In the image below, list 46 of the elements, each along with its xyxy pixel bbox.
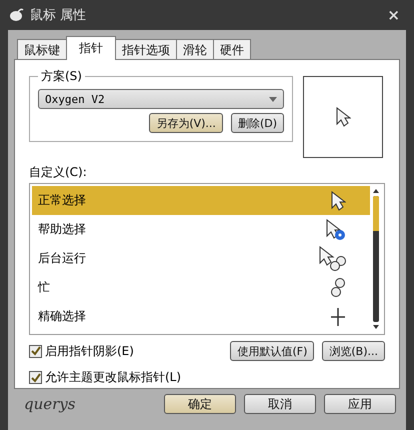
cursor-name: 精确选择 (38, 308, 86, 325)
window-title: 鼠标 属性 (30, 7, 86, 24)
help-cursor-icon (326, 218, 346, 240)
use-default-button[interactable]: 使用默认值(F) (230, 341, 314, 361)
scheme-label: 方案(S) (40, 68, 83, 85)
arrow-cursor-icon (336, 107, 350, 127)
checkbox[interactable] (29, 371, 42, 384)
tab[interactable]: 滑轮 (176, 39, 214, 59)
checkmark-icon (30, 346, 40, 356)
cursor-name: 帮助选择 (38, 221, 86, 238)
checkbox-label: 启用指针阴影(E) (45, 342, 134, 360)
dialog-button[interactable]: 确定 (164, 394, 236, 414)
cursor-list-item[interactable]: 帮助选择 (32, 215, 370, 244)
close-button[interactable]: × (383, 6, 404, 24)
browse-button[interactable]: 浏览(B)... (322, 341, 385, 361)
cursor-name: 正常选择 (38, 192, 86, 209)
customize-label: 自定义(C): (29, 164, 88, 181)
dropdown-value: Oxygen V2 (45, 92, 105, 106)
tab[interactable]: 指针选项 (115, 39, 177, 59)
dialog-button[interactable]: 应用 (324, 394, 396, 414)
delete-button[interactable]: 删除(D) (230, 113, 284, 133)
tab[interactable]: 硬件 (213, 39, 251, 59)
cursor-list-item[interactable]: 正常选择 (32, 186, 370, 215)
cursor-name: 后台运行 (38, 250, 86, 267)
scheme-dropdown[interactable]: Oxygen V2 (38, 89, 284, 109)
tab[interactable]: 鼠标键 (17, 39, 67, 59)
dialog-button[interactable]: 取消 (244, 394, 316, 414)
busy-arrow-cursor-icon (319, 246, 346, 271)
signature: querys (24, 395, 76, 413)
crosshair-cursor-icon (330, 306, 346, 326)
scroll-up-icon (373, 189, 379, 193)
busy-cursor-icon (330, 278, 346, 298)
checkbox[interactable] (29, 344, 42, 358)
tab[interactable]: 指针 (66, 36, 116, 60)
dropdown-caret-icon (269, 96, 277, 102)
save-as-button[interactable]: 另存为(V)... (149, 113, 223, 133)
cursor-list-item[interactable]: 忙 (32, 273, 370, 302)
scroll-down-icon (373, 325, 379, 329)
mouse-icon (8, 7, 24, 23)
cursor-list-item[interactable]: 精确选择 (32, 302, 370, 331)
checkmark-icon (30, 372, 40, 382)
cursor-name: 忙 (38, 279, 50, 296)
arrow-cursor-icon (331, 190, 346, 210)
checkbox-label: 允许主题更改鼠标指针(L) (45, 369, 182, 386)
cursor-list-item[interactable]: 后台运行 (32, 244, 370, 273)
scroll-thumb[interactable] (373, 196, 379, 232)
